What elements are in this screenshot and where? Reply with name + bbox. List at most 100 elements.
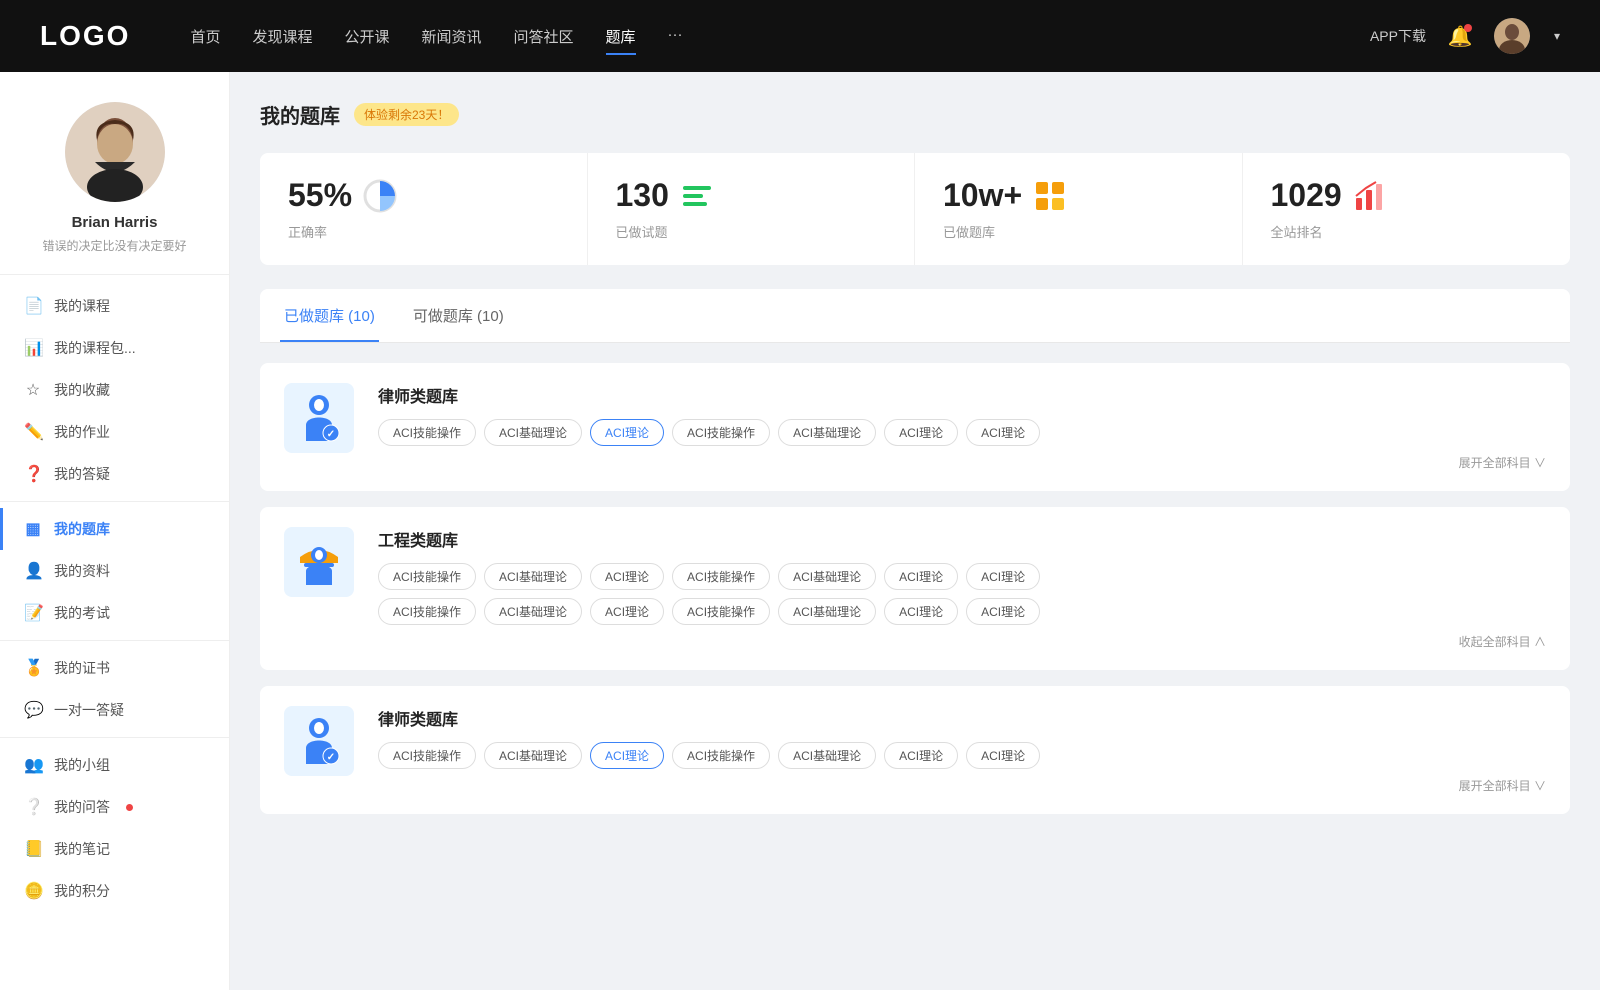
tags-row-1: ACI技能操作 ACI基础理论 ACI理论 ACI技能操作 ACI基础理论 ACI理论 AC… xyxy=(378,563,1546,590)
coin-icon: 🪙 xyxy=(24,881,42,901)
sidebar-item-label: 我的题库 xyxy=(54,519,110,539)
avatar[interactable] xyxy=(1494,18,1530,54)
svg-text:✓: ✓ xyxy=(327,752,335,763)
tag-ACI理论[interactable]: ACI理论 xyxy=(966,742,1040,769)
nav-item-发现课程[interactable]: 发现课程 xyxy=(252,22,312,51)
sidebar-item-我的证书[interactable]: 🏅 我的证书 xyxy=(0,647,229,689)
tag-ACI理论[interactable]: ACI理论 xyxy=(884,419,958,446)
stats-row: 55% 正确率 130 已做试题 10w+ 已做题库 1029 xyxy=(260,153,1570,265)
note-icon: 📒 xyxy=(24,839,42,859)
notification-bell[interactable]: 🔔 xyxy=(1446,22,1474,50)
sidebar-item-我的作业[interactable]: ✏️ 我的作业 xyxy=(0,411,229,453)
star-icon: ☆ xyxy=(24,380,42,400)
tags-row-1: ACI技能操作 ACI基础理论 ACI理论 ACI技能操作 ACI基础理论 ACI理论 AC… xyxy=(378,742,1546,769)
tag-ACI技能操作[interactable]: ACI技能操作 xyxy=(672,742,770,769)
file-icon: 📝 xyxy=(24,603,42,623)
tags-row-2: ACI技能操作 ACI基础理论 ACI理论 ACI技能操作 ACI基础理论 ACI理论 AC… xyxy=(378,598,1546,625)
sidebar-item-我的笔记[interactable]: 📒 我的笔记 xyxy=(0,828,229,870)
sidebar-item-我的答疑[interactable]: ❓ 我的答疑 xyxy=(0,453,229,495)
tag-ACI基础理论[interactable]: ACI基础理论 xyxy=(778,742,876,769)
nav-item-新闻资讯[interactable]: 新闻资讯 xyxy=(422,22,482,51)
tag-ACI理论[interactable]: ACI理论 xyxy=(966,419,1040,446)
sidebar-item-label: 我的作业 xyxy=(54,422,110,442)
tag-ACI理论[interactable]: ACI理论 xyxy=(590,419,664,446)
sidebar-item-label: 我的收藏 xyxy=(54,380,110,400)
stat-value: 130 xyxy=(616,177,669,214)
stat-label: 已做题库 xyxy=(943,222,1214,241)
sidebar-item-label: 我的考试 xyxy=(54,603,110,623)
sidebar-item-一对一答疑[interactable]: 💬 一对一答疑 xyxy=(0,689,229,731)
sidebar-item-label: 我的问答 xyxy=(54,797,110,817)
sidebar: Brian Harris 错误的决定比没有决定要好 📄 我的课程 📊 我的课程包… xyxy=(0,72,230,990)
nav-item-···[interactable]: ··· xyxy=(668,22,683,51)
tag-ACI技能操作[interactable]: ACI技能操作 xyxy=(378,742,476,769)
tag-ACI基础理论[interactable]: ACI基础理论 xyxy=(484,742,582,769)
tag-ACI基础理论[interactable]: ACI基础理论 xyxy=(484,563,582,590)
tag-ACI理论[interactable]: ACI理论 xyxy=(966,598,1040,625)
tag-ACI理论[interactable]: ACI理论 xyxy=(966,563,1040,590)
tag-ACI理论[interactable]: ACI理论 xyxy=(590,742,664,769)
nav-item-问答社区[interactable]: 问答社区 xyxy=(514,22,574,51)
tag-ACI基础理论[interactable]: ACI基础理论 xyxy=(778,419,876,446)
logo: LOGO xyxy=(40,20,130,52)
tag-ACI技能操作[interactable]: ACI技能操作 xyxy=(672,419,770,446)
sidebar-item-我的小组[interactable]: 👥 我的小组 xyxy=(0,744,229,786)
stat-value: 55% xyxy=(288,177,352,214)
nav-item-首页[interactable]: 首页 xyxy=(190,22,220,51)
sidebar-item-我的问答[interactable]: ❔ 我的问答 xyxy=(0,786,229,828)
tag-ACI技能操作[interactable]: ACI技能操作 xyxy=(378,419,476,446)
nav-item-公开课[interactable]: 公开课 xyxy=(344,22,389,51)
sidebar-item-label: 我的资料 xyxy=(54,561,110,581)
sidebar-item-我的课程包...[interactable]: 📊 我的课程包... xyxy=(0,327,229,369)
tab-可做题库(10)[interactable]: 可做题库 (10) xyxy=(409,289,508,342)
category-title: 工程类题库 xyxy=(378,527,1546,551)
stat-card-已做试题: 130 已做试题 xyxy=(588,153,916,265)
tag-ACI技能操作[interactable]: ACI技能操作 xyxy=(672,563,770,590)
category-card-cat3: ✓ 律师类题库ACI技能操作ACI基础理论ACI理论ACI技能操作ACI基础理论… xyxy=(260,686,1570,814)
sidebar-item-label: 一对一答疑 xyxy=(54,700,124,720)
sidebar-item-我的资料[interactable]: 👤 我的资料 xyxy=(0,550,229,592)
tab-已做题库(10)[interactable]: 已做题库 (10) xyxy=(280,289,379,342)
tag-ACI理论[interactable]: ACI理论 xyxy=(590,563,664,590)
qa-icon: ❔ xyxy=(24,797,42,817)
stat-icon-list xyxy=(679,178,715,214)
tag-ACI基础理论[interactable]: ACI基础理论 xyxy=(778,598,876,625)
person-icon: 👤 xyxy=(24,561,42,581)
sidebar-item-我的题库[interactable]: ▦ 我的题库 xyxy=(0,508,229,550)
tabs-row: 已做题库 (10) 可做题库 (10) xyxy=(260,289,1570,343)
tag-ACI理论[interactable]: ACI理论 xyxy=(590,598,664,625)
stat-card-正确率: 55% 正确率 xyxy=(260,153,588,265)
stat-card-全站排名: 1029 全站排名 xyxy=(1243,153,1571,265)
avatar-dropdown-caret[interactable]: ▾ xyxy=(1554,29,1560,43)
expand-link-cat1[interactable]: 展开全部科目 ∨ xyxy=(378,454,1546,471)
tag-ACI理论[interactable]: ACI理论 xyxy=(884,598,958,625)
tag-ACI技能操作[interactable]: ACI技能操作 xyxy=(672,598,770,625)
sidebar-item-我的考试[interactable]: 📝 我的考试 xyxy=(0,592,229,634)
tag-ACI基础理论[interactable]: ACI基础理论 xyxy=(484,419,582,446)
tag-ACI基础理论[interactable]: ACI基础理论 xyxy=(484,598,582,625)
category-body: 律师类题库ACI技能操作ACI基础理论ACI理论ACI技能操作ACI基础理论AC… xyxy=(378,706,1546,794)
tag-ACI基础理论[interactable]: ACI基础理论 xyxy=(778,563,876,590)
sidebar-item-label: 我的笔记 xyxy=(54,839,110,859)
sidebar-badge xyxy=(126,804,133,811)
tag-ACI理论[interactable]: ACI理论 xyxy=(884,563,958,590)
expand-link-cat3[interactable]: 展开全部科目 ∨ xyxy=(378,777,1546,794)
tag-ACI技能操作[interactable]: ACI技能操作 xyxy=(378,563,476,590)
sidebar-item-我的课程[interactable]: 📄 我的课程 xyxy=(0,285,229,327)
category-icon-engineer xyxy=(284,527,354,597)
stat-card-已做题库: 10w+ 已做题库 xyxy=(915,153,1243,265)
sidebar-menu: 📄 我的课程 📊 我的课程包... ☆ 我的收藏 ✏️ 我的作业 ❓ 我的答疑 … xyxy=(0,285,229,912)
tag-ACI技能操作[interactable]: ACI技能操作 xyxy=(378,598,476,625)
nav-item-题库[interactable]: 题库 xyxy=(606,22,636,51)
tag-ACI理论[interactable]: ACI理论 xyxy=(884,742,958,769)
chat-icon: 💬 xyxy=(24,700,42,720)
trial-badge: 体验剩余23天！ xyxy=(354,103,459,126)
sidebar-item-我的收藏[interactable]: ☆ 我的收藏 xyxy=(0,369,229,411)
sidebar-divider xyxy=(0,501,229,502)
app-download-link[interactable]: APP下载 xyxy=(1370,26,1426,46)
sidebar-item-我的积分[interactable]: 🪙 我的积分 xyxy=(0,870,229,912)
navbar: LOGO 首页 发现课程 公开课 新闻资讯 问答社区 题库 ··· APP下载 🔔 ▾ xyxy=(0,0,1600,72)
nav-menu: 首页 发现课程 公开课 新闻资讯 问答社区 题库 ··· xyxy=(190,22,1370,51)
navbar-right: APP下载 🔔 ▾ xyxy=(1370,18,1560,54)
expand-link-cat2[interactable]: 收起全部科目 ∧ xyxy=(378,633,1546,650)
